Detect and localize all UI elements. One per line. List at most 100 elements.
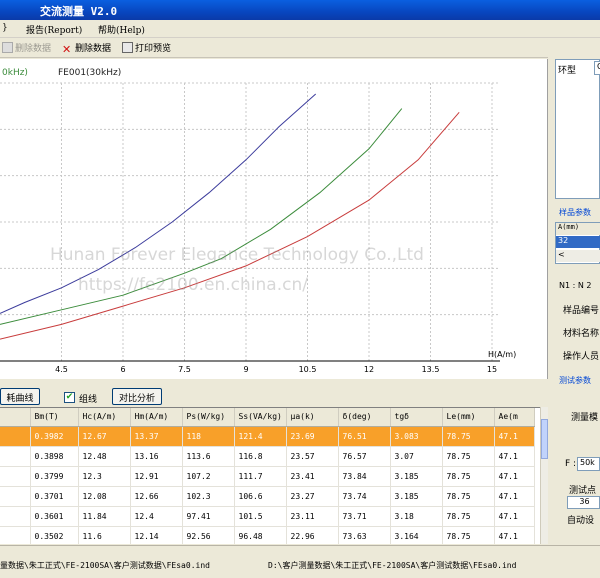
add-data-button[interactable]: 删除数据 — [2, 41, 51, 54]
print-icon — [122, 42, 133, 53]
x-tick-label: 15 — [487, 365, 497, 374]
table-cell: 47.1 — [494, 486, 535, 507]
sample-params-group: 样品参数 — [559, 208, 591, 217]
results-table: Bm(T) Hc(A/m) Hm(A/m) Ps(W/kg) Ss(VA/kg) μa(k… — [0, 408, 535, 544]
table-cell: 12.48 — [78, 446, 131, 467]
table-cell — [0, 446, 31, 467]
auto-set-label[interactable]: 自动设 — [567, 513, 594, 526]
window-title-bar: 交流测量 V2.0 — [0, 0, 600, 20]
column-header[interactable]: Ae(m — [494, 408, 535, 427]
table-cell: 3.083 — [390, 426, 443, 447]
x-tick-label: 4.5 — [55, 365, 68, 374]
table-cell: 12.14 — [130, 526, 183, 544]
column-header[interactable]: Ps(W/kg) — [182, 408, 235, 427]
table-cell: 3.185 — [390, 486, 443, 507]
table-cell: 3.18 — [390, 506, 443, 527]
ring-type-label: 环型 — [558, 66, 577, 76]
frequency-input[interactable]: 50k — [577, 457, 600, 471]
table-cell — [0, 526, 31, 544]
column-header[interactable]: tgδ — [390, 408, 443, 427]
table-row[interactable]: 0.3601 11.84 12.4 97.41 101.5 23.11 73.71 3.18 7… — [0, 506, 535, 527]
column-header[interactable]: μa(k) — [286, 408, 339, 427]
table-cell: 47.1 — [494, 446, 535, 467]
horizontal-scrollbar[interactable]: < — [556, 250, 600, 262]
column-header[interactable]: Hm(A/m) — [130, 408, 183, 427]
table-cell: 22.96 — [286, 526, 339, 544]
table-cell: 3.185 — [390, 466, 443, 487]
test-params-group: 测试参数 — [559, 376, 591, 385]
table-cell: 118 — [182, 426, 235, 447]
table-row[interactable]: 0.3701 12.08 12.66 102.3 106.6 23.27 73.74 3.18… — [0, 486, 535, 507]
delete-x-icon: ✕ — [62, 43, 72, 56]
delete-data-button[interactable]: ✕ 删除数据 — [62, 41, 111, 55]
table-cell: 23.11 — [286, 506, 339, 527]
watermark-text: Hunan Forever Elegance Technology Co.,Lt… — [50, 245, 424, 265]
table-cell: 78.75 — [442, 506, 495, 527]
test-points-input[interactable]: 36 — [567, 496, 600, 509]
column-header[interactable]: Le(mm) — [442, 408, 495, 427]
table-cell: 73.84 — [338, 466, 391, 487]
table-row[interactable]: 0.3898 12.48 13.16 113.6 116.8 23.57 76.57 3.07… — [0, 446, 535, 467]
menu-item-report[interactable]: 报告(Report) — [26, 23, 82, 36]
n-ratio-label: N1 : N 2 — [559, 281, 592, 290]
column-header[interactable]: δ(deg) — [338, 408, 391, 427]
table-cell: 47.1 — [494, 466, 535, 487]
ring-type-box: 环型 C — [555, 59, 600, 199]
table-cell: 3.07 — [390, 446, 443, 467]
table-cell — [0, 426, 31, 447]
x-tick-label: 9 — [243, 365, 248, 374]
table-cell: 121.4 — [234, 426, 287, 447]
bh-chart: 0kHz) FE001(30kHz) 4.5 6 7.5 9 10.5 12 13.5 15 H… — [0, 59, 548, 379]
table-cell: 12.91 — [130, 466, 183, 487]
table-cell: 12.4 — [130, 506, 183, 527]
table-cell: 0.3701 — [30, 486, 79, 507]
test-points-label: 测试点 — [569, 486, 597, 496]
scrollbar-thumb[interactable] — [541, 419, 548, 459]
table-row[interactable]: 0.3799 12.3 12.91 107.2 111.7 23.41 73.84 3.185… — [0, 466, 535, 487]
x-tick-label: 12 — [364, 365, 374, 374]
table-cell — [0, 486, 31, 507]
column-header[interactable] — [0, 408, 31, 427]
menu-item-help[interactable]: 帮助(Help) — [98, 23, 145, 36]
ring-type-select[interactable]: C — [594, 61, 600, 75]
table-cell: 23.69 — [286, 426, 339, 447]
column-header[interactable]: Ss(VA/kg) — [234, 408, 287, 427]
table-cell — [0, 466, 31, 487]
column-header[interactable]: Hc(A/m) — [78, 408, 131, 427]
table-cell: 97.41 — [182, 506, 235, 527]
print-preview-button[interactable]: 打印预览 — [122, 41, 171, 54]
compare-analysis-button[interactable]: 对比分析 — [112, 388, 162, 405]
a-list-box: A(mm) 32 < — [555, 222, 600, 264]
table-row[interactable]: 0.3982 12.67 13.37 118 121.4 23.69 76.51 3.083 7… — [0, 426, 535, 447]
table-scrollbar[interactable] — [540, 407, 548, 544]
table-cell: 12.3 — [78, 466, 131, 487]
chart-controls: 耗曲线 ✔ 组线 对比分析 — [0, 380, 548, 408]
loss-curve-button[interactable]: 耗曲线 — [0, 388, 40, 405]
table-cell: 76.57 — [338, 446, 391, 467]
table-icon — [2, 42, 13, 53]
table-cell: 0.3502 — [30, 526, 79, 544]
measure-mode-label: 测量模 — [571, 413, 599, 423]
group-line-checkbox[interactable]: ✔ — [64, 392, 75, 403]
watermark-url: https://fe2100.en.china.cn/ — [78, 275, 308, 295]
a-column-header: A(mm) — [556, 223, 600, 235]
table-cell — [0, 506, 31, 527]
table-cell: 0.3799 — [30, 466, 79, 487]
table-cell: 78.75 — [442, 526, 495, 544]
menu-bar: } 报告(Report) 帮助(Help) — [0, 20, 600, 38]
menu-item-partial[interactable]: } — [2, 23, 8, 33]
table-cell: 96.48 — [234, 526, 287, 544]
a-value-row[interactable]: 32 — [556, 236, 600, 248]
table-cell: 73.71 — [338, 506, 391, 527]
table-cell: 12.66 — [130, 486, 183, 507]
table-cell: 92.56 — [182, 526, 235, 544]
table-cell: 47.1 — [494, 526, 535, 544]
table-row[interactable]: 0.3502 11.6 12.14 92.56 96.48 22.96 73.63 3.164… — [0, 526, 535, 544]
x-tick-label: 10.5 — [299, 365, 317, 374]
operator-label: 操作人员 — [563, 352, 600, 362]
table-cell: 23.57 — [286, 446, 339, 467]
table-cell: 102.3 — [182, 486, 235, 507]
table-cell: 47.1 — [494, 506, 535, 527]
column-header[interactable]: Bm(T) — [30, 408, 79, 427]
table-cell: 12.08 — [78, 486, 131, 507]
